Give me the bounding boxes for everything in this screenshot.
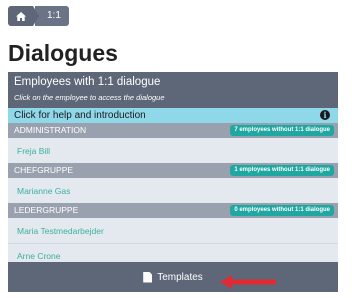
home-icon [15, 11, 26, 21]
breadcrumb-current[interactable]: 1:1 [35, 6, 69, 26]
templates-button[interactable]: Templates [8, 262, 338, 292]
employee-link[interactable]: Marianne Gas [17, 186, 70, 196]
group-header: CHEFGRUPPE 1 employees without 1:1 dialo… [8, 163, 338, 178]
page-title: Dialogues [8, 40, 118, 66]
help-text: Click for help and introduction [14, 110, 146, 121]
group-header: ADMINISTRATION 7 employees without 1:1 d… [8, 123, 338, 138]
templates-label: Templates [157, 271, 203, 283]
group-name: CHEFGRUPPE [14, 165, 74, 175]
employee-link[interactable]: Arne Crone [17, 251, 60, 261]
dialogue-panel: Employees with 1:1 dialogue Click on the… [8, 72, 338, 292]
panel-header: Employees with 1:1 dialogue Click on the… [8, 72, 338, 108]
breadcrumb-home[interactable] [8, 6, 39, 26]
document-icon [143, 271, 153, 283]
status-badge: 7 employees without 1:1 dialogue [230, 125, 334, 136]
list-item[interactable]: Marianne Gas [8, 178, 338, 203]
panel-title: Employees with 1:1 dialogue [14, 76, 161, 88]
list-item[interactable]: Maria Testmedarbejder [8, 218, 338, 243]
employee-link[interactable]: Maria Testmedarbejder [17, 226, 104, 236]
group-name: ADMINISTRATION [14, 125, 87, 135]
panel-subtitle: Click on the employee to access the dial… [14, 93, 165, 102]
status-badge: 1 employees without 1:1 dialogue [230, 165, 334, 176]
employee-link[interactable]: Freja Bill [17, 146, 50, 156]
list-item[interactable]: Freja Bill [8, 138, 338, 163]
breadcrumb: 1:1 [8, 6, 69, 26]
help-bar[interactable]: Click for help and introduction i [8, 108, 338, 123]
info-icon[interactable]: i [320, 110, 330, 120]
group-header: LEDERGRUPPE 0 employees without 1:1 dial… [8, 203, 338, 218]
status-badge: 0 employees without 1:1 dialogue [230, 205, 334, 216]
group-name: LEDERGRUPPE [14, 205, 79, 215]
arrow-icon [220, 275, 276, 289]
